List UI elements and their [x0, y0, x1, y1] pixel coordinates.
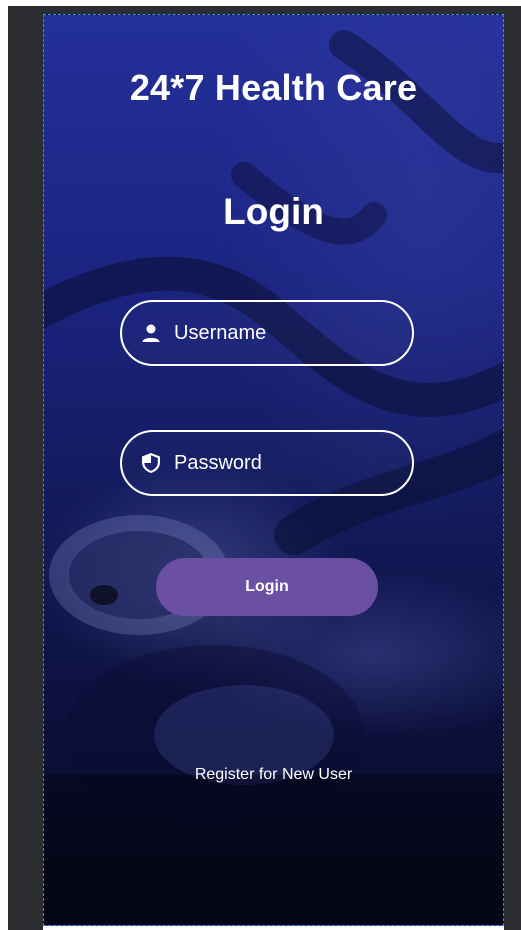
login-screen: 24*7 Health Care Login Login Re [43, 14, 504, 926]
page-title: Login [223, 191, 324, 232]
editor-left-gutter [8, 6, 43, 930]
username-input[interactable] [174, 321, 384, 345]
username-field[interactable] [120, 300, 414, 366]
password-input[interactable] [174, 451, 384, 475]
shield-icon [140, 452, 162, 474]
person-icon [140, 322, 162, 344]
login-button[interactable]: Login [156, 558, 378, 616]
app-title: 24*7 Health Care [129, 67, 418, 108]
editor-top-strip [8, 6, 521, 14]
register-link[interactable]: Register for New User [44, 766, 503, 784]
device-frame: 24*7 Health Care Login Login Re [0, 0, 521, 930]
editor-right-gutter [504, 6, 521, 930]
password-field[interactable] [120, 430, 414, 496]
